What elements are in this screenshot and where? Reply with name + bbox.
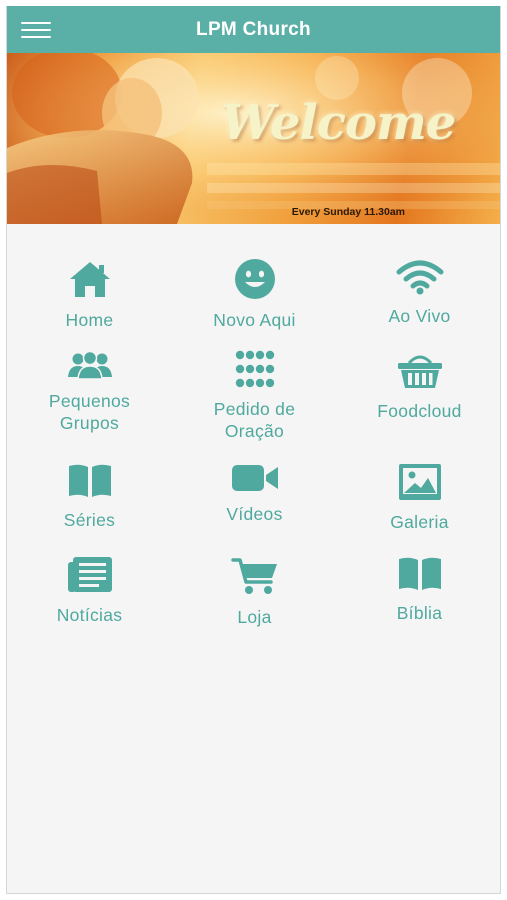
menu-item-loja[interactable]: Loja <box>172 521 337 627</box>
menu-item-biblia[interactable]: Bíblia <box>337 521 500 623</box>
menu-item-galeria[interactable]: Galeria <box>337 428 500 532</box>
menu-item-novo-aqui[interactable]: Novo Aqui <box>172 224 337 330</box>
app-title: LPM Church <box>196 18 311 40</box>
book-icon <box>64 463 116 499</box>
newspaper-icon <box>64 556 116 594</box>
welcome-banner[interactable]: Welcome Every Sunday 11.30am <box>7 53 500 224</box>
menu-grid: Home Novo Aqui Ao Vivo Pequenos Grupos P… <box>7 224 500 627</box>
top-app-bar: LPM Church <box>7 6 500 53</box>
basket-icon <box>394 350 446 390</box>
app-screen: LPM Church Welcome Every Sunday 11.30am … <box>6 6 501 894</box>
menu-item-foodcloud[interactable]: Foodcloud <box>337 315 500 428</box>
menu-item-pequenos-grupos[interactable]: Pequenos Grupos <box>7 315 172 433</box>
menu-item-noticias[interactable]: Notícias <box>7 521 172 625</box>
banner-subtitle: Every Sunday 11.30am <box>291 206 405 218</box>
menu-item-label: Loja <box>237 607 272 627</box>
menu-item-series[interactable]: Séries <box>7 428 172 530</box>
hamburger-menu-icon[interactable] <box>19 18 53 42</box>
banner-headline: Welcome <box>221 95 456 151</box>
menu-item-ao-vivo[interactable]: Ao Vivo <box>337 224 500 326</box>
shopping-cart-icon <box>229 556 281 596</box>
menu-item-videos[interactable]: Vídeos <box>172 428 337 524</box>
menu-item-home[interactable]: Home <box>7 224 172 330</box>
menu-item-label: Bíblia <box>396 603 443 623</box>
home-icon <box>64 259 116 299</box>
keypad-icon <box>229 350 281 388</box>
menu-item-pedido-de-oracao[interactable]: Pedido de Oração <box>172 315 337 441</box>
image-gallery-icon <box>394 463 446 501</box>
group-icon <box>64 350 116 380</box>
menu-item-label: Foodcloud <box>377 401 462 421</box>
wifi-icon <box>394 259 446 295</box>
bible-icon <box>394 556 446 592</box>
smiley-icon <box>229 259 281 299</box>
menu-item-label: Notícias <box>56 605 123 625</box>
video-camera-icon <box>229 463 281 493</box>
